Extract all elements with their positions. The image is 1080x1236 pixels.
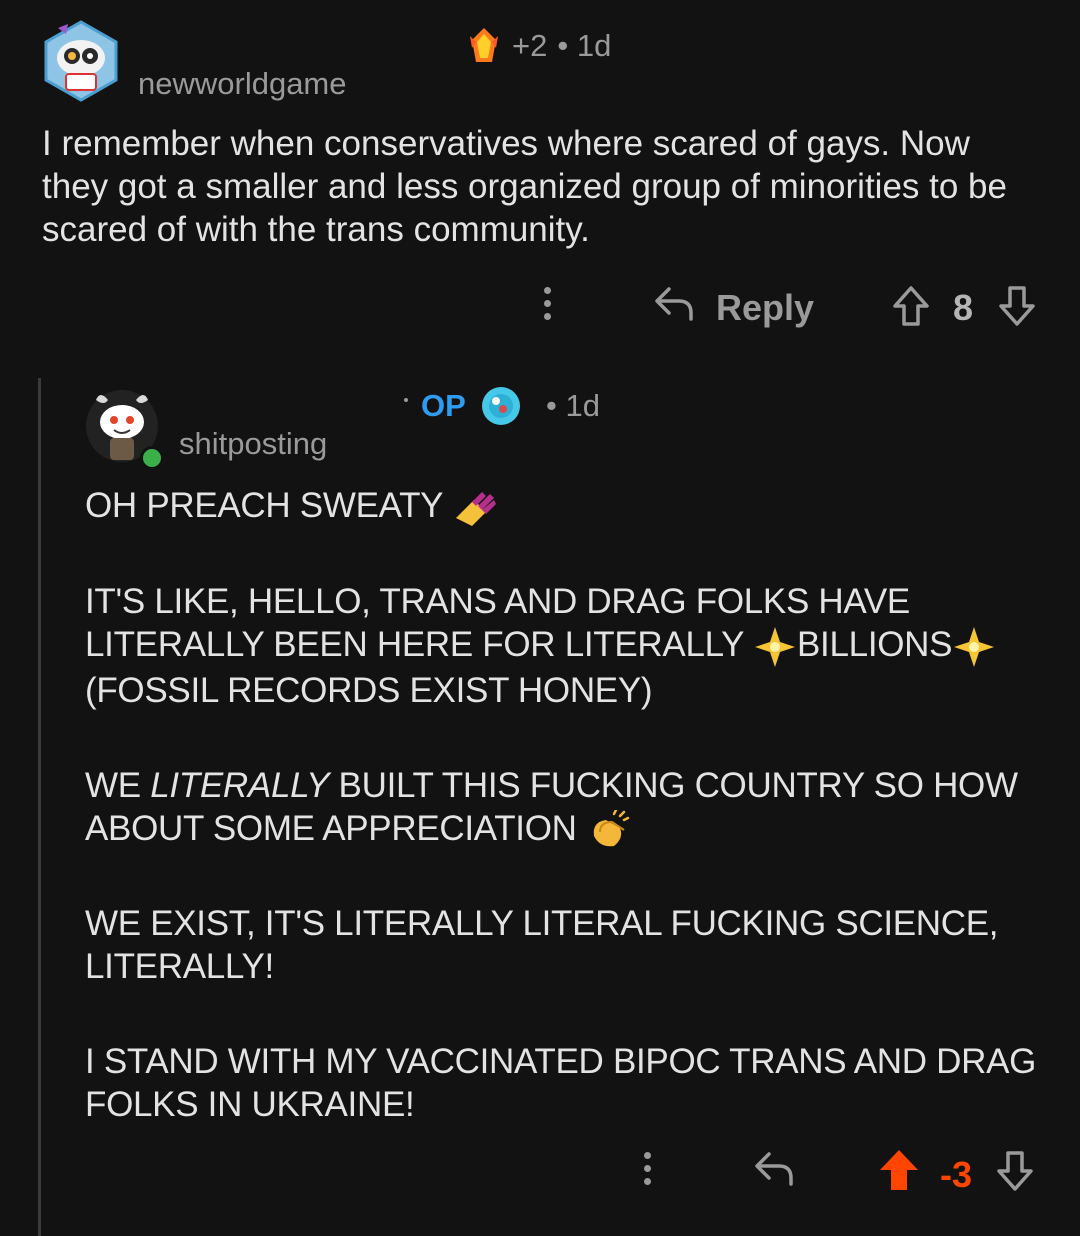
comment-actions: Reply 8 xyxy=(540,283,1040,331)
paragraph-2-text-c: (FOSSIL RECORDS EXIST HONEY) xyxy=(85,670,653,710)
reply-arrow-icon[interactable] xyxy=(653,285,695,323)
snoo-avatar-icon xyxy=(44,20,118,102)
thread-line[interactable] xyxy=(38,378,41,1236)
op-badge: OP xyxy=(421,388,466,423)
paragraph-3-emphasis: LITERALLY xyxy=(150,765,330,805)
paragraph-3: WE LITERALLY BUILT THIS FUCKING COUNTRY … xyxy=(85,764,1045,851)
paragraph-4: WE EXIST, IT'S LITERALLY LITERAL FUCKING… xyxy=(85,904,999,987)
online-status-dot xyxy=(140,446,164,470)
comment-age: • 1d xyxy=(557,28,612,63)
paragraph-1-text: OH PREACH SWEATY xyxy=(85,486,443,525)
sparkle-emoji xyxy=(954,626,995,667)
reply-arrow-icon[interactable] xyxy=(753,1150,795,1188)
comment-username[interactable]: newworldgame xyxy=(138,66,347,102)
downvote-arrow-icon[interactable] xyxy=(998,285,1036,327)
sparkle-emoji xyxy=(755,626,796,667)
more-vertical-icon[interactable] xyxy=(644,1152,651,1185)
paragraph-3-text-a: WE xyxy=(85,765,151,805)
avatar-newworldgame[interactable] xyxy=(40,20,122,102)
vote-count: -3 xyxy=(940,1154,973,1195)
clapping-hands-emoji xyxy=(593,810,630,847)
more-vertical-icon[interactable] xyxy=(544,287,551,320)
paragraph-5: I STAND WITH MY VACCINATED BIPOC TRANS A… xyxy=(85,1042,1037,1125)
paragraph-2: IT'S LIKE, HELLO, TRANS AND DRAG FOLKS H… xyxy=(85,580,1045,712)
separator-dot xyxy=(404,398,408,402)
comment-username[interactable]: shitposting xyxy=(179,426,327,462)
comment-body: I remember when conservatives where scar… xyxy=(42,124,1007,249)
comment-actions: -3 xyxy=(640,1146,1040,1196)
comment-meta: +2 • 1d xyxy=(466,26,611,66)
avatar-shitposting[interactable] xyxy=(84,388,164,470)
award-score: +2 xyxy=(512,28,548,63)
flair-bubble-icon xyxy=(482,387,520,425)
nail-polish-emoji xyxy=(456,491,497,526)
paragraph-1: OH PREACH SWEATY xyxy=(85,484,1045,528)
reply-button[interactable]: Reply xyxy=(716,287,814,329)
comment-body: OH PREACH SWEATY IT'S LIKE, HELLO, TRANS… xyxy=(85,484,1045,1178)
downvote-arrow-icon[interactable] xyxy=(996,1150,1034,1192)
upvote-arrow-icon[interactable] xyxy=(878,1148,920,1192)
upvote-arrow-icon[interactable] xyxy=(892,285,930,327)
vote-count: 8 xyxy=(953,287,974,328)
paragraph-2-text-b: BILLIONS xyxy=(797,624,953,664)
comment-age: • 1d xyxy=(546,388,600,423)
crystal-award-icon[interactable] xyxy=(466,26,502,66)
